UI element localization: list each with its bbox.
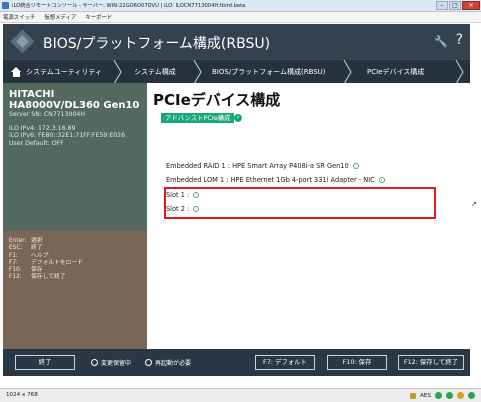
breadcrumb-label: PCIeデバイス構成 — [367, 68, 425, 76]
key-row-esc: ESC: 終了 — [9, 245, 43, 252]
status-bar: 1024 x 768 AES — [0, 388, 481, 402]
pending-changes-legend: 変更保留中 — [91, 355, 131, 370]
hpe-logo-icon — [10, 29, 35, 54]
advanced-pcie-config-link[interactable]: アドバンストPCIe構成 — [161, 113, 235, 123]
status-yellow-icon — [457, 392, 464, 399]
app-title: BIOS/プラットフォーム構成(RBSU) — [43, 36, 271, 52]
server-model: HA8000V/DL360 Gen10 — [9, 100, 140, 111]
breadcrumb-label: システム構成 — [134, 68, 176, 76]
lock-icon — [410, 392, 417, 399]
f12-save-exit-button[interactable]: F12: 保存して終了 — [398, 355, 464, 370]
breadcrumb-pcie-config[interactable]: PCIeデバイス構成 — [367, 60, 424, 84]
menu-keyboard[interactable]: キーボード — [85, 13, 112, 21]
breadcrumb-separator-icon — [343, 60, 352, 84]
breadcrumb-system-utilities[interactable]: システムユーティリティ — [11, 60, 102, 84]
key-row-enter: Enter: 選択 — [9, 238, 43, 244]
user-default: User Default: OFF — [9, 139, 64, 147]
mouse-cursor-icon: ↗ — [471, 200, 477, 208]
minimize-button[interactable]: – — [436, 1, 448, 10]
f7-default-button[interactable]: F7: デフォルト — [255, 355, 315, 370]
breadcrumb-label: BIOS/プラットフォーム構成(RBSU) — [212, 68, 326, 76]
ilo-ipv4: iLO IPv4: 172.3.16.89 — [9, 124, 76, 132]
device-embedded-raid[interactable]: Embedded RAID 1 : HPE Smart Array P408i-… — [166, 162, 359, 170]
rbsu-console: BIOS/プラットフォーム構成(RBSU) 🔧 ? システムユーティリティ シス… — [3, 24, 470, 376]
status-green-icon — [435, 392, 442, 399]
reboot-required-legend: 再起動が必要 — [145, 355, 191, 370]
key-row-f1: F1: ヘルプ — [9, 252, 49, 259]
app-icon — [2, 2, 9, 9]
breadcrumb-system-config[interactable]: システム構成 — [134, 60, 176, 84]
radio-icon — [145, 359, 152, 366]
app-header: BIOS/プラットフォーム構成(RBSU) 🔧 ? — [3, 24, 470, 59]
menu-power-switch[interactable]: 電源スイッチ — [3, 13, 35, 21]
breadcrumb-bios-config[interactable]: BIOS/プラットフォーム構成(RBSU) — [212, 60, 326, 84]
breadcrumb: システムユーティリティ システム構成 BIOS/プラットフォーム構成(RBSU)… — [3, 59, 470, 84]
ilo-ipv6: iLO IPv6: FE80::32E1:71FF:FE59:E026 — [9, 132, 126, 139]
breadcrumb-separator-icon — [455, 60, 464, 84]
window-title: iLO統合リモートコンソール - サーバー: WIN-22GO6O07DVU |… — [12, 3, 246, 9]
expand-icon[interactable]: › — [234, 114, 242, 122]
status-green-icon — [468, 392, 475, 399]
server-serial: Server SN: CN7713004H — [9, 111, 86, 118]
info-icon[interactable]: i — [378, 177, 385, 183]
info-icon[interactable]: i — [352, 163, 359, 169]
radio-icon — [91, 359, 98, 366]
screen-resolution: 1024 x 768 — [6, 392, 38, 398]
window-controls: – □ ✕ — [436, 1, 480, 10]
server-vendor: HITACHI — [9, 89, 55, 100]
key-row-f12: F12: 保存して終了 — [9, 274, 66, 281]
home-icon — [11, 67, 22, 77]
f10-save-button[interactable]: F10: 保存 — [327, 355, 387, 370]
wrench-icon[interactable]: 🔧 — [434, 35, 448, 48]
footer-bar: 終了 変更保留中 再起動が必要 F7: デフォルト F10: 保存 F12: 保… — [3, 349, 470, 376]
breadcrumb-separator-icon — [113, 60, 122, 84]
status-icons: AES — [410, 392, 475, 399]
help-button[interactable]: ? — [456, 32, 463, 48]
maximize-button[interactable]: □ — [449, 1, 461, 10]
key-row-f10: F10: 保存 — [9, 267, 43, 274]
page-title: PCIeデバイス構成 — [153, 91, 281, 109]
breadcrumb-separator-icon — [193, 60, 202, 84]
device-embedded-lom[interactable]: Embedded LOM 1 : HPE Ethernet 1Gb 4-port… — [166, 176, 385, 184]
menubar: 電源スイッチ 仮想メディア キーボード — [0, 12, 481, 23]
main-content: PCIeデバイス構成 アドバンストPCIe構成 › Embedded RAID … — [147, 83, 470, 349]
breadcrumb-label: システムユーティリティ — [26, 68, 102, 76]
status-green-icon — [446, 392, 453, 399]
highlight-annotation — [164, 187, 436, 219]
encryption-label: AES — [420, 392, 431, 399]
close-button[interactable]: ✕ — [462, 1, 480, 10]
menu-virtual-media[interactable]: 仮想メディア — [44, 13, 76, 21]
window-titlebar: iLO統合リモートコンソール - サーバー: WIN-22GO6O07DVU |… — [0, 0, 481, 12]
key-row-f7: F7: デフォルトをロード — [9, 259, 84, 266]
server-info-panel: HITACHI HA8000V/DL360 Gen10 Server SN: C… — [3, 83, 147, 231]
exit-button[interactable]: 終了 — [15, 355, 75, 370]
key-legend-panel: Enter: 選択 ESC: 終了 F1: ヘルプ F7: デフォルトをロード F10:… — [3, 231, 147, 349]
